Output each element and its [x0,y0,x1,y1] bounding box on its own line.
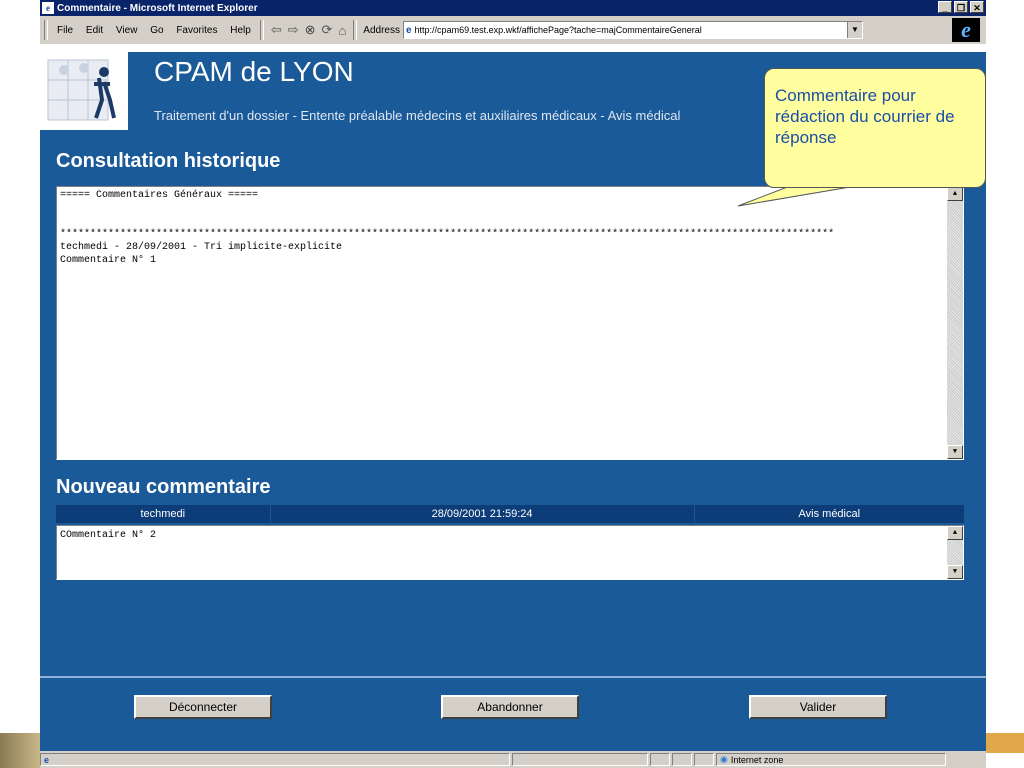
comment-user: techmedi [56,505,271,523]
status-zone: ◉ Internet zone [716,753,946,766]
window-title: Commentaire - Microsoft Internet Explore… [57,2,258,14]
abandonner-button[interactable]: Abandonner [441,695,579,719]
minimize-button[interactable]: _ [938,1,952,13]
menu-bar: File Edit View Go Favorites Help [52,25,256,36]
valider-button[interactable]: Valider [749,695,887,719]
deconnecter-button[interactable]: Déconnecter [134,695,272,719]
page-subtitle: Traitement d'un dossier - Entente préala… [154,108,681,123]
menu-view[interactable]: View [116,25,138,36]
callout-text: Commentaire pour rédaction du courrier d… [775,86,955,147]
page-status-icon: e [44,754,50,765]
historique-text: ===== Commentaires Généraux ===== ******… [60,190,835,266]
menu-help[interactable]: Help [230,25,251,36]
scroll-up-icon[interactable]: ▲ [947,526,963,540]
status-cell [672,753,692,766]
scroll-down-icon[interactable]: ▼ [947,565,963,579]
status-cell [512,753,648,766]
toolbar-separator [259,20,264,40]
historique-textarea[interactable]: ===== Commentaires Généraux ===== ******… [56,186,964,460]
back-arrow-icon[interactable]: ⇦ [271,22,282,38]
address-input[interactable]: e http://cpam69.test.exp.wkf/affichePage… [402,21,863,39]
close-button[interactable]: ✕ [970,1,984,13]
forward-arrow-icon[interactable]: ⇨ [288,22,299,38]
footer-divider [40,676,986,678]
historique-scrollbar[interactable]: ▲ ▼ [947,187,963,459]
nouveau-scrollbar[interactable]: ▲ ▼ [947,526,963,579]
address-label: Address [363,24,400,36]
scroll-down-icon[interactable]: ▼ [947,445,963,459]
menu-file[interactable]: File [57,25,73,36]
ie-app-icon: e [42,2,54,14]
page-title: CPAM de LYON [128,52,396,92]
toolbar-separator-2 [353,20,358,40]
slide-background-right [986,733,1024,753]
page-icon: e [405,24,412,36]
title-bar: e Commentaire - Microsoft Internet Explo… [40,0,986,16]
status-cell [694,753,714,766]
status-bar: e ◉ Internet zone [40,751,986,768]
refresh-icon[interactable]: ⟳ [322,22,333,38]
comment-datetime: 28/09/2001 21:59:24 [271,505,695,523]
callout-annotation: Commentaire pour rédaction du courrier d… [764,68,986,188]
nouveau-title: Nouveau commentaire [56,476,271,498]
home-icon[interactable]: ⌂ [338,23,346,38]
ie-logo-icon: e [952,18,980,42]
toolbar-grip [44,20,48,40]
comment-info-row: techmedi 28/09/2001 21:59:24 Avis médica… [56,505,964,523]
address-url: http://cpam69.test.exp.wkf/affichePage?t… [414,25,702,35]
comment-type: Avis médical [798,508,861,520]
zone-label: Internet zone [730,754,784,765]
status-cell [650,753,670,766]
nouveau-text: COmmentaire N° 2 [60,530,157,541]
status-main: e [40,753,510,766]
historique-title: Consultation historique [56,150,281,172]
scroll-up-icon[interactable]: ▲ [947,187,963,201]
globe-icon: ◉ [720,754,728,764]
slide-background-left [0,733,40,768]
menu-favorites[interactable]: Favorites [176,25,217,36]
cpam-logo [44,48,124,126]
browser-toolbar: File Edit View Go Favorites Help ⇦ ⇨ ⊗ ⟳… [40,16,986,45]
menu-go[interactable]: Go [150,25,163,36]
address-dropdown-icon[interactable]: ▼ [846,22,862,38]
maximize-button[interactable]: ❐ [954,1,968,13]
nouveau-textarea[interactable]: COmmentaire N° 2 ▲ ▼ [56,525,964,580]
stop-icon[interactable]: ⊗ [305,22,316,38]
menu-edit[interactable]: Edit [86,25,103,36]
